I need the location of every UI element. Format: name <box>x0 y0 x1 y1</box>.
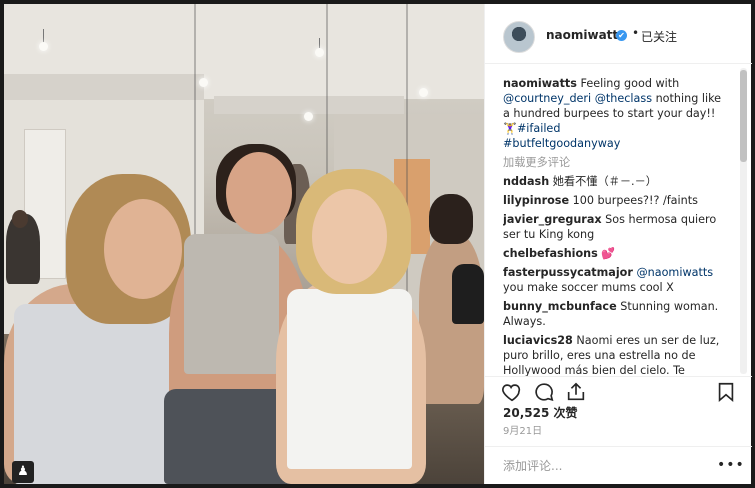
comment-mention[interactable]: @naomiwatts <box>636 266 713 279</box>
comment-username[interactable]: fasterpussycatmajor <box>503 266 633 279</box>
more-options-button[interactable]: ••• <box>717 457 745 473</box>
caption-username[interactable]: naomiwatts <box>503 77 577 90</box>
ceiling-lamp <box>39 42 48 51</box>
avatar[interactable] <box>503 21 535 53</box>
comment-username[interactable]: luciavics28 <box>503 334 573 347</box>
list-item: javier_gregurax Sos hermosa quiero ser t… <box>503 212 728 242</box>
post-date[interactable]: 9月21日 <box>503 422 542 437</box>
list-item: nddash 她看不懂（＃－.－） <box>503 174 728 189</box>
ceiling-lamp <box>199 78 208 87</box>
instagram-post-window: ♟ naomiwatts ✔ • 已关注 naomiwatts Feeling … <box>0 0 755 488</box>
caption: naomiwatts Feeling good with @courtney_d… <box>503 76 728 151</box>
ceiling-beam <box>4 74 204 100</box>
comment-text: 100 burpees?!? /faints <box>572 194 698 207</box>
hashtag-ifailed[interactable]: #ifailed <box>517 122 560 135</box>
follow-button[interactable]: 已关注 <box>641 28 677 45</box>
likes-count[interactable]: 20,525 次赞 <box>503 404 578 421</box>
action-bar <box>485 376 752 406</box>
heart-icon[interactable] <box>501 381 523 403</box>
list-item: chelbefashions 💕 <box>503 246 728 261</box>
caption-text: Feeling good with <box>576 77 680 90</box>
caption-mention-courtney[interactable]: @courtney_deri <box>503 92 591 105</box>
comment-text: 她看不懂（＃－.－） <box>552 175 657 188</box>
comment-username[interactable]: javier_gregurax <box>503 213 602 226</box>
follow-separator: • <box>632 26 640 40</box>
list-item: luciavics28 Naomi eres un ser de luz, pu… <box>503 333 728 376</box>
load-more-comments[interactable]: 加载更多评论 <box>503 155 728 170</box>
ceiling-lamp <box>304 112 313 121</box>
comment-username[interactable]: chelbefashions <box>503 247 598 260</box>
scrollbar-thumb[interactable] <box>740 70 747 162</box>
comment-username[interactable]: lilypinrose <box>503 194 569 207</box>
list-item: bunny_mcbunface Stunning woman. Always. <box>503 299 728 329</box>
ceiling-lamp <box>419 88 428 97</box>
hashtag-butfeltgoodanyway[interactable]: #butfeltgoodanyway <box>503 137 620 150</box>
comment-icon[interactable] <box>533 381 555 403</box>
post-photo[interactable]: ♟ <box>4 4 484 484</box>
comment-text: 💕 <box>601 247 616 260</box>
ceiling-lamp <box>315 48 324 57</box>
add-comment-input[interactable] <box>503 459 703 473</box>
bookmark-icon[interactable] <box>715 381 737 403</box>
verified-badge-icon: ✔ <box>616 30 627 41</box>
tag-people-icon[interactable]: ♟ <box>12 461 34 483</box>
caption-mention-theclass[interactable]: @theclass <box>595 92 652 105</box>
post-side-panel: naomiwatts ✔ • 已关注 naomiwatts Feeling go… <box>484 4 752 484</box>
comments-list[interactable]: naomiwatts Feeling good with @courtney_d… <box>503 76 728 376</box>
share-icon[interactable] <box>565 381 587 403</box>
add-comment-bar: ••• <box>485 446 752 484</box>
list-item: lilypinrose 100 burpees?!? /faints <box>503 193 728 208</box>
header-username[interactable]: naomiwatts <box>546 28 625 42</box>
comment-text: you make soccer mums cool X <box>503 281 674 294</box>
comment-username[interactable]: bunny_mcbunface <box>503 300 617 313</box>
list-item: fasterpussycatmajor @naomiwatts you make… <box>503 265 728 295</box>
post-header: naomiwatts ✔ • 已关注 <box>485 4 752 64</box>
comment-username[interactable]: nddash <box>503 175 549 188</box>
